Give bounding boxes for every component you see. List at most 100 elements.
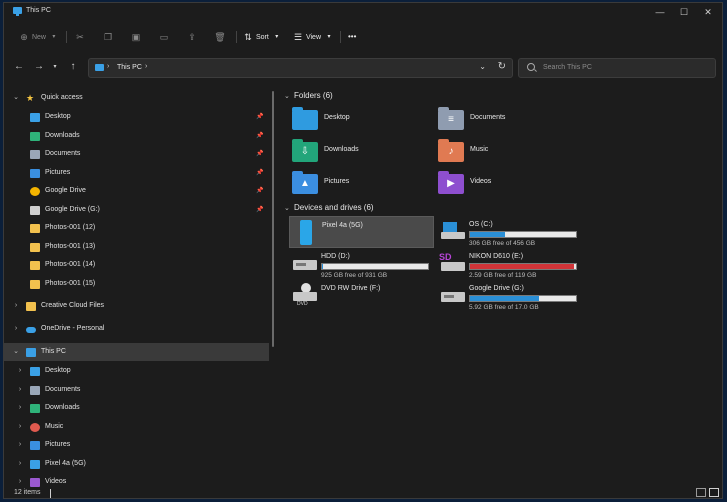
- pin-icon[interactable]: 📌: [256, 201, 263, 219]
- nav-quick-item[interactable]: Photos-001 (12): [4, 219, 269, 237]
- drive-free-space: 5.92 GB free of 17.0 GB: [469, 304, 539, 311]
- nav-quick-item[interactable]: Google Drive (G:) 📌: [4, 201, 269, 219]
- nav-item-label: Desktop: [45, 367, 71, 374]
- more-options-button[interactable]: •••: [348, 29, 356, 45]
- drive-tile[interactable]: HDD (D:) 925 GB free of 931 GB: [289, 248, 434, 280]
- chevron-right-icon[interactable]: ›: [107, 63, 109, 70]
- nav-quick-item[interactable]: Photos-001 (15): [4, 275, 269, 293]
- chevron-down-icon: ▾: [52, 34, 56, 40]
- nav-quick-item[interactable]: Documents 📌: [4, 145, 269, 163]
- nav-quick-item[interactable]: Photos-001 (14): [4, 256, 269, 274]
- back-arrow-icon[interactable]: ←: [12, 59, 26, 75]
- details-view-button[interactable]: [696, 488, 706, 497]
- document-icon: [30, 150, 40, 159]
- copy-button[interactable]: ❐: [102, 29, 114, 45]
- chevron-right-icon[interactable]: ›: [16, 418, 24, 436]
- chevron-right-icon[interactable]: ›: [16, 381, 24, 399]
- cut-button[interactable]: ✂: [74, 29, 86, 45]
- status-bar: 12 items: [4, 487, 722, 498]
- share-button[interactable]: ⇪: [186, 29, 198, 45]
- nav-quick-item[interactable]: Downloads 📌: [4, 127, 269, 145]
- pin-icon[interactable]: 📌: [256, 145, 263, 163]
- nav-item-label: Music: [45, 422, 64, 430]
- pin-icon[interactable]: 📌: [256, 127, 263, 145]
- star-icon: ★: [26, 93, 35, 103]
- content-area: ⌄ Folders (6) Desktop ≡ Documents ⇩ Downloads ♪…: [282, 87, 722, 487]
- pin-icon[interactable]: 📌: [256, 164, 263, 182]
- item-count: 12 items: [14, 489, 41, 496]
- chevron-right-icon[interactable]: ›: [16, 362, 24, 380]
- nav-this-pc-item[interactable]: › Documents: [4, 381, 269, 399]
- sort-button[interactable]: ⇅ Sort ▾: [242, 29, 283, 45]
- share-icon: ⇪: [188, 32, 196, 42]
- clipboard-icon: ▣: [131, 32, 141, 42]
- drive-icon: [30, 205, 40, 215]
- view-label: View: [305, 33, 321, 41]
- nav-this-pc-item[interactable]: › Pictures: [4, 436, 269, 454]
- drive-tile[interactable]: Google Drive (G:) 5.92 GB free of 17.0 GB: [437, 280, 582, 312]
- breadcrumb-this-pc[interactable]: This PC: [117, 64, 142, 71]
- drive-usage-bar: [321, 263, 429, 270]
- forward-arrow-icon[interactable]: →: [32, 59, 46, 75]
- nav-this-pc-item[interactable]: › Music: [4, 418, 269, 436]
- view-button[interactable]: ☰ View ▾: [292, 29, 335, 45]
- nav-item-label: Pixel 4a (5G): [45, 459, 86, 467]
- chevron-down-icon[interactable]: ⌄: [12, 343, 20, 361]
- minimize-button[interactable]: —: [648, 5, 672, 19]
- drives-header-label: Devices and drives (6): [294, 203, 374, 212]
- folder-tile[interactable]: Desktop: [292, 107, 432, 137]
- chevron-right-icon[interactable]: ›: [16, 455, 24, 473]
- nav-quick-item[interactable]: Google Drive 📌: [4, 182, 269, 200]
- nav-this-pc-item[interactable]: › Pixel 4a (5G): [4, 455, 269, 473]
- nav-quick-access[interactable]: ⌄ ★ Quick access: [4, 89, 269, 107]
- drive-tile[interactable]: SD NIKON D610 (E:) 2.59 GB free of 119 GB: [437, 248, 582, 280]
- rename-button[interactable]: ▭: [158, 29, 170, 45]
- chevron-down-icon[interactable]: ⌄: [12, 89, 20, 107]
- paste-button[interactable]: ▣: [130, 29, 142, 45]
- folder-tile[interactable]: ≡ Documents: [438, 107, 578, 137]
- address-bar[interactable]: › This PC › ⌄ ↻: [88, 58, 513, 78]
- nav-quick-item[interactable]: Photos-001 (13): [4, 238, 269, 256]
- chevron-right-icon[interactable]: ›: [16, 399, 24, 417]
- chevron-right-icon[interactable]: ›: [12, 297, 20, 315]
- drive-tile[interactable]: OS (C:) 306 GB free of 456 GB: [437, 216, 582, 248]
- chevron-right-icon[interactable]: ›: [145, 63, 147, 70]
- folders-section-header[interactable]: ⌄ Folders (6): [284, 91, 333, 100]
- nav-this-pc-item[interactable]: › Downloads: [4, 399, 269, 417]
- address-dropdown-icon[interactable]: ⌄: [479, 62, 486, 71]
- toolbar-separator: [236, 31, 237, 43]
- up-arrow-icon[interactable]: ↑: [66, 59, 80, 75]
- nav-item-label: Photos-001 (12): [45, 224, 96, 231]
- folder-tile[interactable]: ♪ Music: [438, 139, 578, 169]
- nav-quick-item[interactable]: Desktop 📌: [4, 108, 269, 126]
- close-button[interactable]: ✕: [696, 5, 720, 19]
- folder-tile[interactable]: ▲ Pictures: [292, 171, 432, 201]
- recent-chevron-icon[interactable]: ▾: [48, 59, 62, 75]
- maximize-button[interactable]: ☐: [672, 5, 696, 19]
- chevron-right-icon[interactable]: ›: [12, 320, 20, 338]
- new-button[interactable]: ⊕ New ▾: [18, 29, 60, 45]
- folder-glyph: ▲: [300, 178, 310, 189]
- nav-scrollbar[interactable]: [272, 91, 274, 347]
- pin-icon[interactable]: 📌: [256, 182, 263, 200]
- folder-label: Music: [470, 146, 489, 153]
- nav-this-pc[interactable]: ⌄ This PC: [4, 343, 269, 361]
- drive-tile[interactable]: DVD DVD RW Drive (F:): [289, 280, 434, 312]
- tiles-view-button[interactable]: [709, 488, 719, 497]
- pin-icon[interactable]: 📌: [256, 108, 263, 126]
- folder-tile[interactable]: ▶ Videos: [438, 171, 578, 201]
- delete-button[interactable]: 🗑: [214, 29, 226, 45]
- drive-name: Pixel 4a (5G): [322, 222, 363, 229]
- drives-section-header[interactable]: ⌄ Devices and drives (6): [284, 203, 374, 212]
- refresh-icon[interactable]: ↻: [498, 61, 506, 72]
- drive-tile[interactable]: Pixel 4a (5G): [289, 216, 434, 248]
- nav-this-pc-item[interactable]: › Desktop: [4, 362, 269, 380]
- sort-label: Sort: [255, 33, 269, 41]
- folder-tile[interactable]: ⇩ Downloads: [292, 139, 432, 169]
- chevron-right-icon[interactable]: ›: [16, 436, 24, 454]
- nav-onedrive[interactable]: › OneDrive - Personal: [4, 320, 269, 338]
- folder-label: Downloads: [324, 146, 359, 153]
- nav-creative-cloud[interactable]: › Creative Cloud Files: [4, 297, 269, 315]
- search-box[interactable]: Search This PC: [518, 58, 716, 78]
- nav-quick-item[interactable]: Pictures 📌: [4, 164, 269, 182]
